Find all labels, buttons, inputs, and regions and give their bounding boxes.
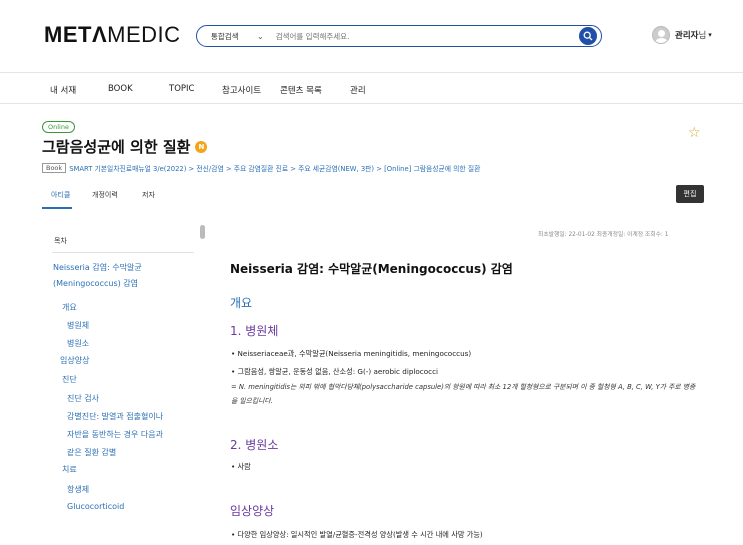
- list-item: • 다양한 임상양상: 일시적인 발열/균혈증-전격성 양상(발생 수 시간 내…: [231, 530, 483, 539]
- toc-item[interactable]: 병원체: [67, 320, 89, 331]
- list-item: • 사람: [231, 462, 251, 471]
- search-scope-select[interactable]: 통합검색: [211, 31, 249, 42]
- list-item-text: 사람: [237, 462, 251, 471]
- active-tab-indicator: [42, 207, 72, 209]
- toc-item[interactable]: 진단 검사: [67, 393, 99, 404]
- nav-item-topic[interactable]: TOPIC: [169, 84, 194, 94]
- toc-divider: [52, 252, 194, 253]
- logo-bold-text: METΛ: [44, 22, 108, 47]
- logo-light-text: MEDIC: [107, 22, 181, 47]
- toc-item[interactable]: 임상양상: [60, 355, 89, 366]
- nav-item-my-library[interactable]: 내 서재: [50, 84, 76, 96]
- search-bar: 통합검색 ⌄: [196, 25, 602, 47]
- section-clinical-heading: 임상양상: [230, 504, 275, 518]
- user-caret-icon: ▾: [708, 31, 712, 39]
- toc-item[interactable]: 같은 질환 감별: [67, 447, 116, 458]
- section-pathogen-heading: 1. 병원체: [230, 324, 279, 338]
- toc-item[interactable]: Glucocorticoid: [67, 502, 124, 511]
- tab-revision-history[interactable]: 개정이력: [92, 190, 118, 200]
- toc-item[interactable]: 진단: [62, 374, 77, 385]
- nav-item-book[interactable]: BOOK: [108, 84, 133, 94]
- toc-item[interactable]: 개요: [62, 302, 77, 313]
- book-tag: Book: [42, 163, 67, 173]
- user-name: 관리자: [675, 31, 699, 41]
- user-avatar-icon: [652, 26, 670, 44]
- page-title: 그람음성균에 의한 질환 N: [42, 136, 208, 157]
- list-item-text: Neisseriaceae과, 수막알균(Neisseria meningiti…: [237, 349, 472, 358]
- table-of-contents: 목차 Neisseria 감염: 수막알균(Meningococcus) 감염 …: [42, 222, 205, 522]
- edit-button[interactable]: 편집: [676, 185, 704, 203]
- toc-item[interactable]: 항생제: [67, 484, 89, 495]
- list-item: • 그람음성, 쌍알균, 운동성 없음, 산소성: G(-) aerobic d…: [231, 367, 439, 376]
- site-header: METΛMEDIC 통합검색 ⌄ 관리자님 ▾: [0, 0, 743, 72]
- pathogen-note: = N. meningitidis는 외피 밖에 협막다당체(polysacch…: [231, 383, 696, 405]
- list-item: • Neisseriaceae과, 수막알균(Neisseria meningi…: [231, 349, 472, 358]
- metamedic-logo[interactable]: METΛMEDIC: [44, 22, 181, 48]
- n-badge-icon: N: [195, 140, 208, 153]
- list-item-text: 다양한 임상양상: 일시적인 발열/균혈증-전격성 양상(발생 수 시간 내에 …: [237, 530, 483, 539]
- list-item-text: 그람음성, 쌍알균, 운동성 없음, 산소성: G(-) aerobic dip…: [237, 367, 439, 376]
- nav-item-content-list[interactable]: 콘텐츠 목록: [280, 84, 322, 96]
- section-reservoir-heading: 2. 병원소: [230, 438, 279, 452]
- toc-scrollbar[interactable]: [200, 225, 205, 239]
- breadcrumb: Book SMART 기본일차진료매뉴얼 3/e(2022) > 전신/감염 >…: [42, 163, 480, 173]
- toc-item[interactable]: Neisseria 감염: 수막알균(Meningococcus) 감염: [53, 260, 193, 292]
- main-nav: 내 서재 BOOK TOPIC 참고사이트 콘텐츠 목록 관리: [0, 72, 743, 104]
- search-icon: [583, 31, 593, 41]
- breadcrumb-path[interactable]: SMART 기본일차진료매뉴얼 3/e(2022) > 전신/감염 > 주요 감…: [69, 163, 480, 173]
- toc-item[interactable]: 병원소: [67, 338, 89, 349]
- article-meta: 최초발행일: 22-01-02 최종개정일: 이계정 조회수: 1: [538, 232, 669, 238]
- user-suffix: 님: [698, 31, 707, 41]
- tab-authors[interactable]: 저자: [142, 190, 155, 200]
- nav-item-reference-sites[interactable]: 참고사이트: [222, 84, 261, 96]
- star-icon[interactable]: ☆: [688, 125, 701, 141]
- toc-item[interactable]: 자반을 동반하는 경우 다음과: [67, 429, 163, 440]
- toc-title: 목차: [54, 237, 67, 245]
- toc-item[interactable]: 감별진단: 발열과 점출혈이나: [67, 411, 163, 422]
- page-title-text: 그람음성균에 의한 질환: [42, 138, 191, 156]
- toc-item[interactable]: 치료: [62, 464, 77, 475]
- section-overview-heading: 개요: [230, 296, 253, 310]
- tab-article[interactable]: 아티클: [51, 190, 70, 200]
- search-input[interactable]: [275, 31, 546, 41]
- nav-item-admin[interactable]: 관리: [350, 84, 366, 96]
- search-button[interactable]: [579, 27, 597, 45]
- status-badge: Online: [42, 121, 75, 133]
- article-heading: Neisseria 감염: 수막알균(Meningococcus) 감염: [230, 262, 513, 276]
- chevron-down-icon[interactable]: ⌄: [257, 32, 264, 41]
- user-menu[interactable]: 관리자 님 ▾: [652, 26, 712, 44]
